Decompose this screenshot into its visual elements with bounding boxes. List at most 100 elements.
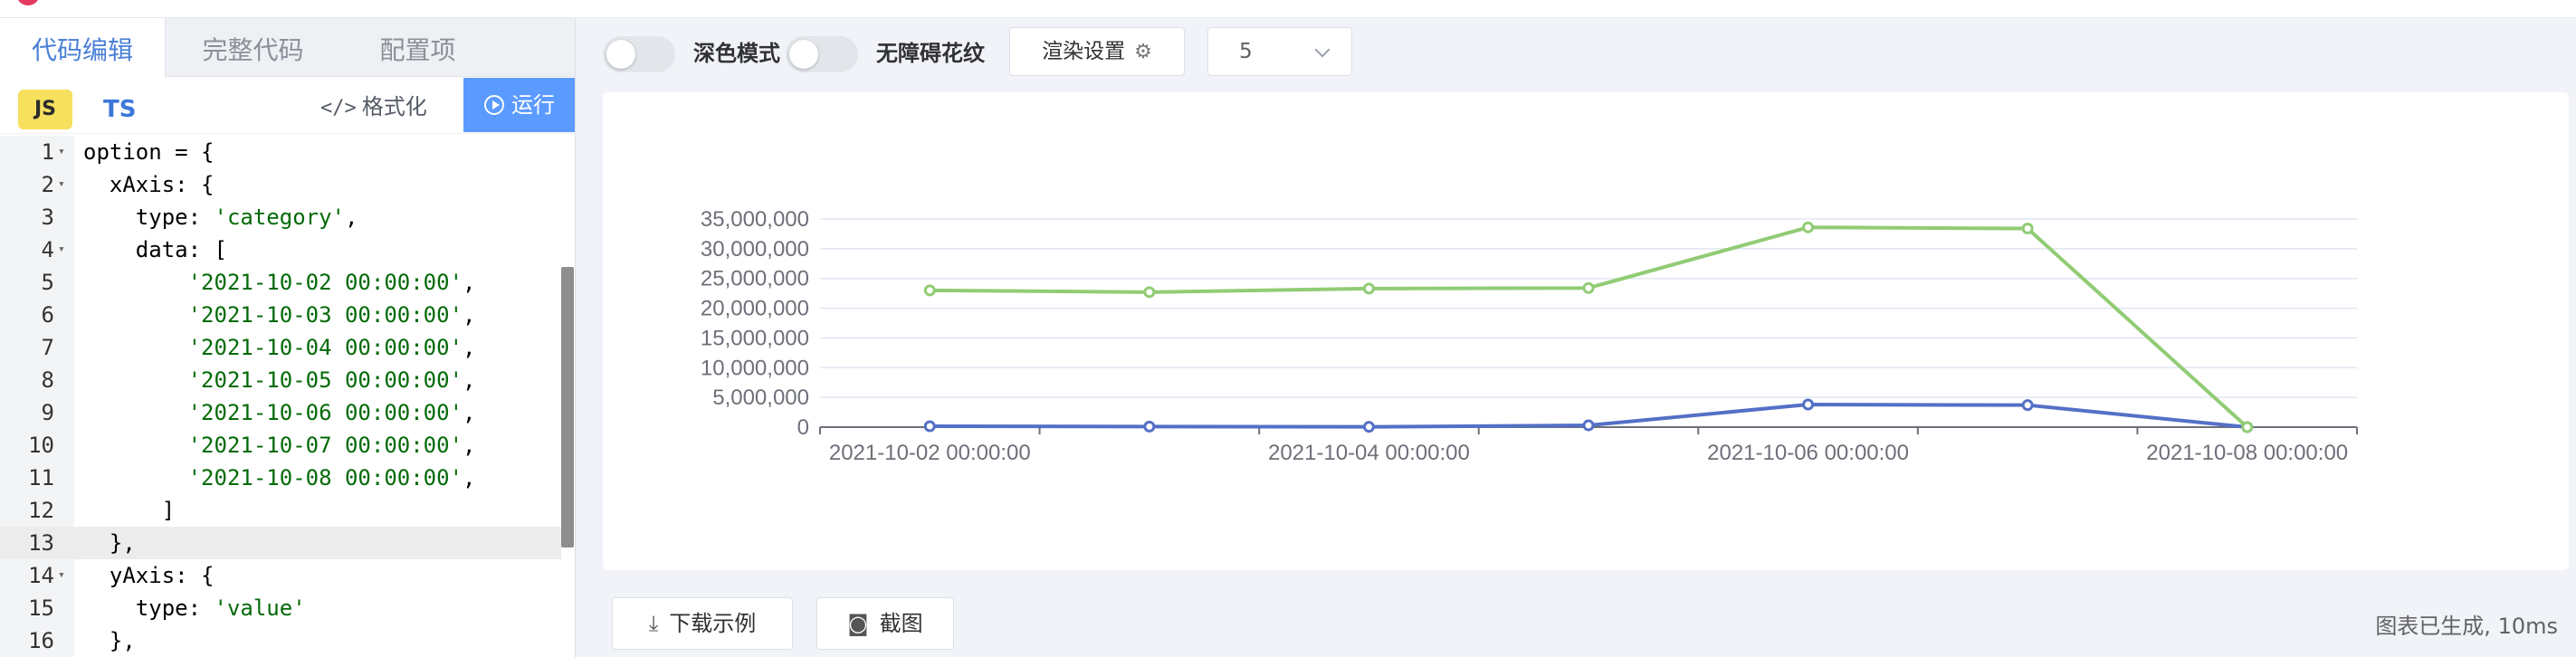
line-number: 3 [41, 205, 54, 230]
toggle-knob [789, 40, 818, 69]
code-line: 15 type: 'value' [0, 592, 561, 624]
code-text: '2021-10-05 00:00:00', [187, 367, 476, 393]
y-tick-label: 10,000,000 [701, 356, 809, 380]
code-text: ] [83, 498, 176, 523]
code-panel: 代码编辑 完整代码 配置项 JS TS </> 格式化 运行 1 ▾ option =… [0, 18, 576, 657]
line-number: 16 [28, 628, 54, 653]
code-text: '2021-10-04 00:00:00', [187, 335, 476, 360]
code-text: '2021-10-06 00:00:00', [187, 400, 476, 425]
fold-arrow-icon[interactable]: ▾ [58, 559, 65, 592]
fold-arrow-icon[interactable]: ▾ [58, 136, 65, 168]
code-text: yAxis: { [83, 563, 215, 588]
x-tick-label: 2021-10-02 00:00:00 [829, 441, 1031, 465]
line-number: 6 [41, 302, 54, 328]
code-line: 8 '2021-10-05 00:00:00', [0, 364, 561, 396]
line-number: 1 [41, 139, 54, 165]
code-text: '2021-10-08 00:00:00', [187, 465, 476, 490]
dark-mode-toggle[interactable] [603, 36, 675, 72]
tab-code-edit[interactable]: 代码编辑 [0, 18, 166, 78]
x-tick-label: 2021-10-06 00:00:00 [1707, 441, 1909, 465]
y-tick-label: 5,000,000 [712, 386, 809, 410]
version-select[interactable]: 5 [1207, 27, 1352, 76]
tab-config[interactable]: 配置项 [335, 18, 501, 77]
dark-mode-label: 深色模式 [693, 41, 780, 66]
download-label: 下载示例 [669, 611, 757, 636]
download-icon: ⤓ [648, 611, 659, 636]
editor-tabs: 代码编辑 完整代码 配置项 [0, 18, 575, 78]
code-text: '2021-10-03 00:00:00', [187, 302, 476, 328]
y-tick-label: 35,000,000 [701, 207, 809, 232]
tab-full-code[interactable]: 完整代码 [170, 18, 336, 77]
language-bar: JS TS </> 格式化 运行 [0, 78, 575, 134]
vertical-scrollbar[interactable] [561, 267, 574, 548]
code-text: option = { [83, 139, 215, 165]
code-line: 7 '2021-10-04 00:00:00', [0, 331, 561, 364]
line-number: 2 [41, 172, 54, 197]
format-button[interactable]: </> 格式化 [320, 87, 427, 127]
x-tick-label: 2021-10-08 00:00:00 [2146, 441, 2348, 465]
code-line: 6 '2021-10-03 00:00:00', [0, 299, 561, 331]
data-point [1802, 221, 1815, 233]
line-number: 10 [28, 433, 54, 458]
data-point [2021, 223, 2034, 235]
y-tick-label: 25,000,000 [701, 267, 809, 291]
code-line: 3 type: 'category', [0, 201, 561, 233]
run-button[interactable]: 运行 [463, 78, 575, 132]
line-number: 8 [41, 367, 54, 393]
chart-panel: 0 5,000,000 10,000,000 15,000,000 20,000,000… [603, 92, 2569, 570]
code-line: 1 ▾ option = { [0, 136, 561, 168]
code-icon: </> [320, 97, 357, 119]
render-status: 图表已生成, 10ms [2375, 614, 2558, 639]
code-line: 5 '2021-10-02 00:00:00', [0, 266, 561, 299]
data-point [1802, 398, 1815, 411]
ts-toggle[interactable]: TS [103, 90, 136, 129]
format-label: 格式化 [361, 94, 427, 119]
code-editor[interactable]: 1 ▾ option = {2 ▾ xAxis: {3 type: 'category… [0, 136, 575, 657]
x-tick-label: 2021-10-04 00:00:00 [1268, 441, 1470, 465]
js-toggle[interactable]: JS [18, 90, 72, 129]
code-line: 11 '2021-10-08 00:00:00', [0, 462, 561, 494]
data-point [923, 284, 936, 297]
render-settings-button[interactable]: 渲染设置 ⚙ [1009, 27, 1185, 76]
screenshot-button[interactable]: ◙ 截图 [816, 597, 954, 650]
data-point [2021, 399, 2034, 412]
line-number: 13 [28, 530, 54, 556]
code-line: 4 ▾ data: [ [0, 233, 561, 266]
play-circle-icon [484, 95, 504, 115]
y-tick-label: 30,000,000 [701, 237, 809, 262]
code-text: data: [ [83, 237, 227, 262]
code-text: '2021-10-02 00:00:00', [187, 270, 476, 295]
line-number: 7 [41, 335, 54, 360]
run-label: 运行 [511, 92, 555, 118]
accessible-pattern-toggle[interactable] [786, 36, 858, 72]
data-point [1143, 286, 1156, 299]
camera-icon: ◙ [847, 611, 869, 636]
line-chart: 0 5,000,000 10,000,000 15,000,000 20,000,000… [701, 207, 2358, 465]
data-point [2241, 421, 2254, 433]
line-number: 15 [28, 595, 54, 621]
code-line: 12 ] [0, 494, 561, 527]
code-line: 9 '2021-10-06 00:00:00', [0, 396, 561, 429]
accessible-pattern-label: 无障碍花纹 [876, 41, 985, 66]
line-number: 14 [28, 563, 54, 588]
code-line: 13 }, [0, 527, 561, 559]
download-example-button[interactable]: ⤓ 下载示例 [612, 597, 793, 650]
fold-arrow-icon[interactable]: ▾ [58, 168, 65, 201]
top-bar [0, 0, 2576, 18]
code-line: 14 ▾ yAxis: { [0, 559, 561, 592]
code-text: '2021-10-07 00:00:00', [187, 433, 476, 458]
code-text: type: 'category', [83, 205, 358, 230]
screenshot-label: 截图 [879, 611, 923, 636]
data-point [923, 420, 936, 433]
code-line: 16 }, [0, 624, 561, 657]
data-point [1362, 421, 1375, 433]
data-point [1362, 282, 1375, 295]
line-number: 12 [28, 498, 54, 523]
fold-arrow-icon[interactable]: ▾ [58, 233, 65, 266]
code-text: }, [83, 530, 136, 556]
chart-toolbar: 深色模式 无障碍花纹 渲染设置 ⚙ 5 [597, 27, 2571, 78]
line-number: 11 [28, 465, 54, 490]
y-tick-label: 0 [797, 415, 809, 440]
render-settings-label: 渲染设置 [1042, 40, 1126, 63]
code-text: type: 'value' [83, 595, 306, 621]
